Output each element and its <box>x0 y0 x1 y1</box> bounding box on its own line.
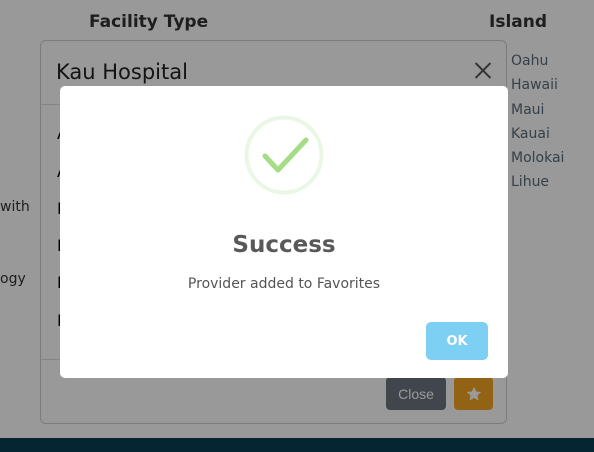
ok-button[interactable]: OK <box>426 322 488 360</box>
success-alert-dialog: Success Provider added to Favorites OK <box>60 86 508 378</box>
success-check-icon <box>244 115 324 195</box>
alert-title: Success <box>232 232 336 258</box>
alert-message: Provider added to Favorites <box>187 276 381 292</box>
